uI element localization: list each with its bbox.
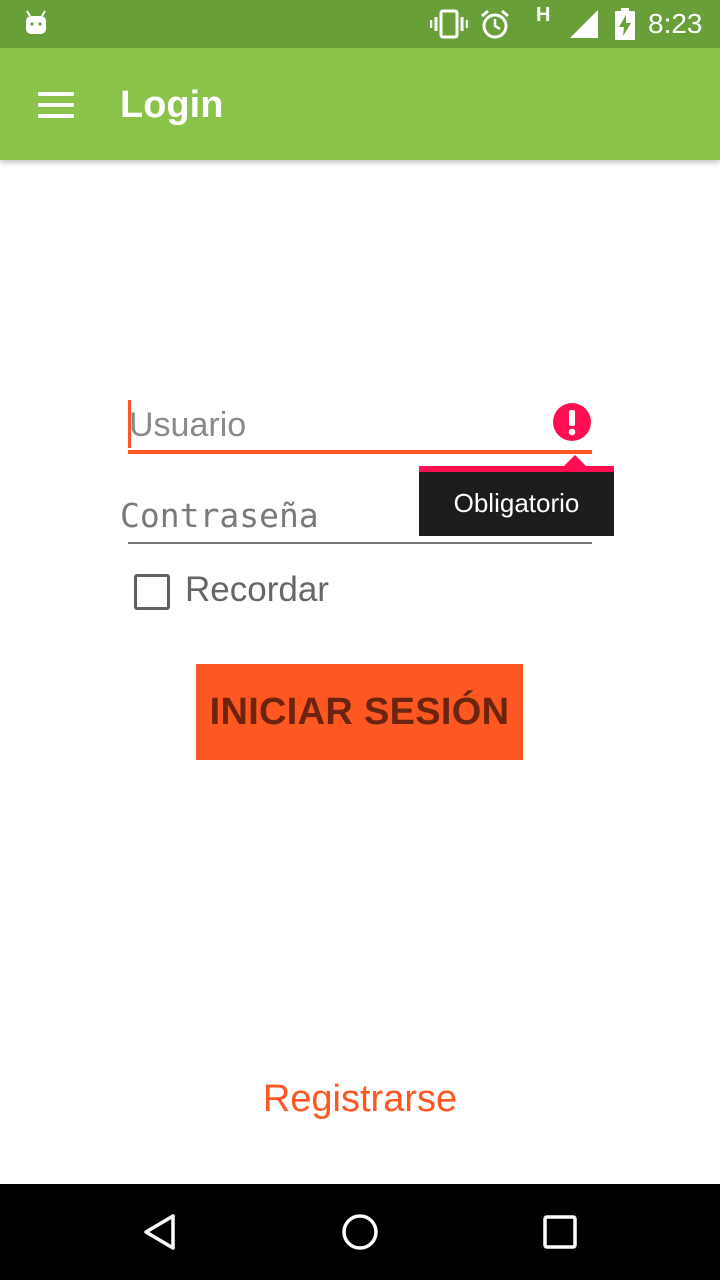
login-button[interactable]: INICIAR SESIÓN [196, 664, 523, 760]
network-type: H [536, 4, 551, 26]
navigation-bar [0, 1184, 720, 1280]
error-icon [553, 403, 591, 441]
vibrate-icon [430, 9, 468, 39]
username-underline [128, 450, 592, 454]
clock: 8:23 [648, 8, 703, 39]
register-link[interactable]: Registrarse [0, 1078, 720, 1121]
remember-label: Recordar [185, 570, 329, 609]
home-icon[interactable] [340, 1212, 380, 1252]
signal-icon [570, 10, 598, 38]
checkbox-box[interactable] [134, 574, 170, 610]
app-bar: Login [0, 48, 720, 160]
battery-charging-icon [615, 8, 635, 40]
page-title: Login [120, 84, 224, 126]
android-icon [26, 10, 46, 34]
error-tooltip: Obligatorio [419, 455, 614, 536]
tooltip-text: Obligatorio [453, 488, 580, 518]
alarm-icon [481, 9, 509, 39]
tooltip-arrow [564, 455, 586, 466]
remember-checkbox[interactable]: Recordar [134, 570, 394, 614]
text-cursor [128, 400, 131, 448]
username-field[interactable] [128, 398, 592, 456]
recents-icon[interactable] [540, 1212, 580, 1252]
hamburger-menu-icon[interactable] [36, 90, 76, 120]
back-icon[interactable] [140, 1212, 180, 1252]
password-underline [128, 542, 592, 544]
status-bar: H 8:23 [0, 0, 720, 48]
username-input[interactable] [128, 398, 548, 452]
